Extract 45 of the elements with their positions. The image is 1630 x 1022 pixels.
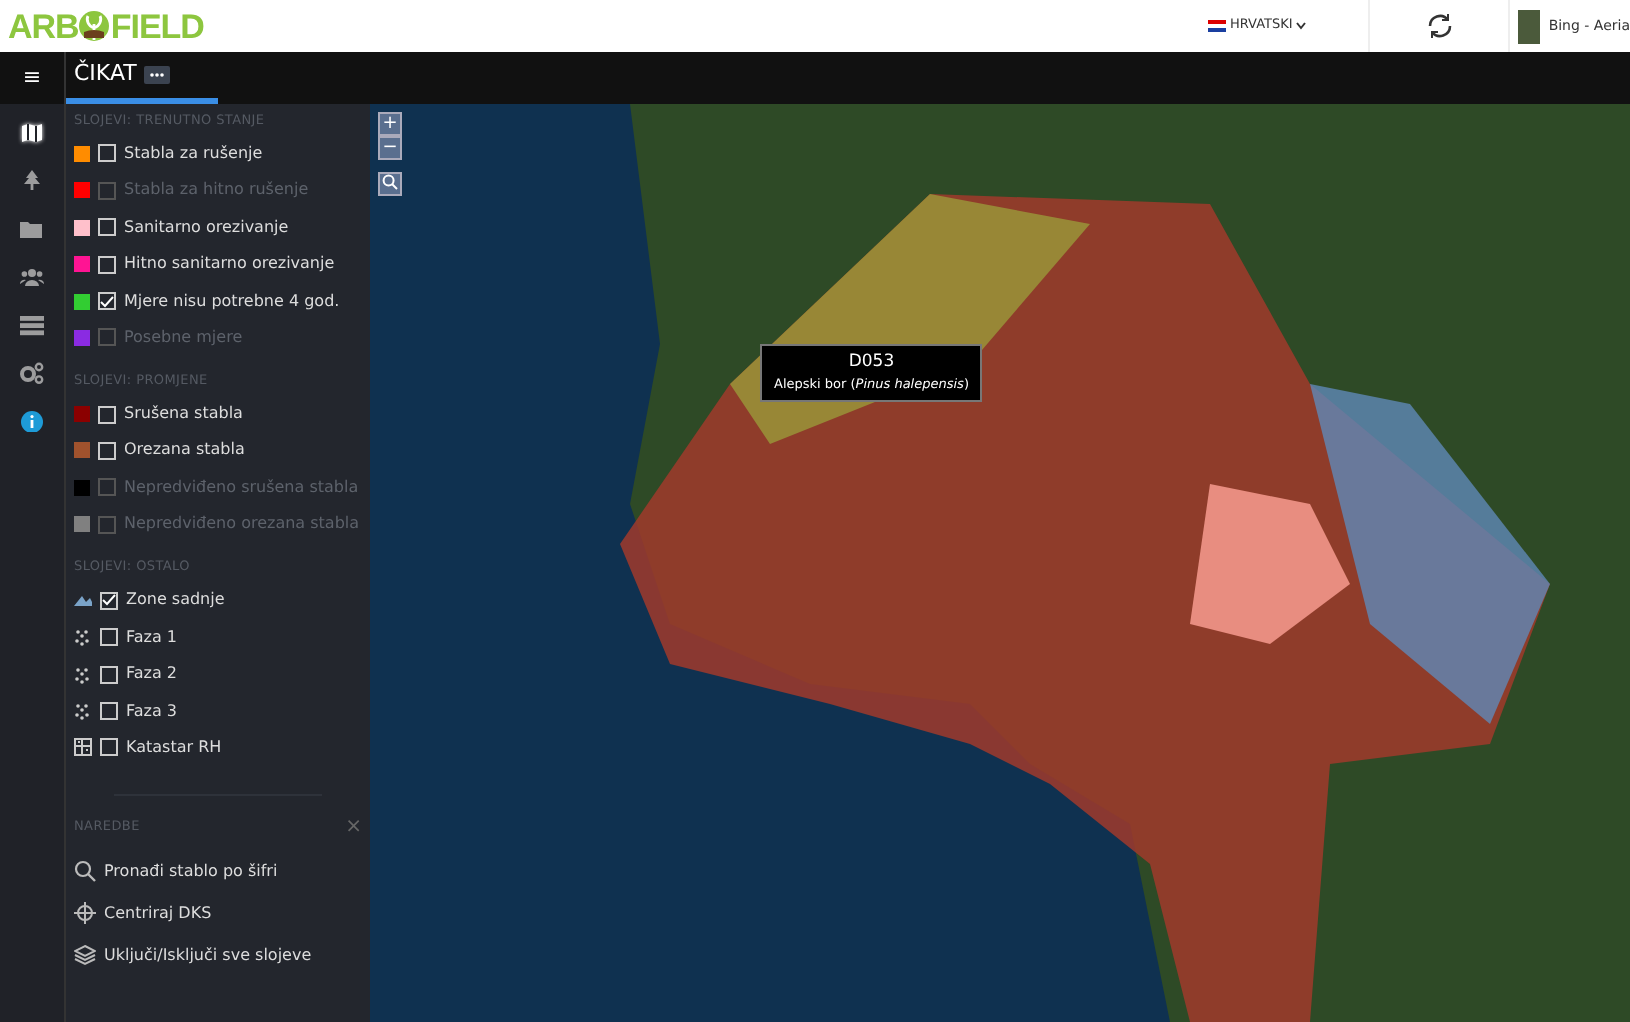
layer-label: Nepredviđeno orezana stabla — [124, 512, 360, 537]
caret-icon — [1296, 22, 1307, 30]
layer-label: Hitno sanitarno orezivanje — [124, 252, 335, 277]
logo-text: ARB — [8, 9, 79, 43]
layer-label: Orezana stabla — [124, 438, 245, 463]
command-link[interactable]: Pronađi stablo po šifri — [74, 850, 362, 893]
layers-icon — [74, 944, 96, 967]
dots-icon — [74, 665, 92, 684]
layer-label: Stabla za hitno rušenje — [124, 178, 309, 203]
basemap-thumbnail — [1518, 9, 1541, 43]
info-icon[interactable] — [20, 409, 44, 431]
rotate-3d-icon[interactable] — [1425, 12, 1453, 40]
grid-icon — [74, 738, 92, 757]
flag-icon — [1208, 20, 1226, 32]
layer-label: Katastar RH — [126, 735, 222, 760]
zone-icon — [74, 591, 92, 610]
map-search-button[interactable] — [378, 172, 402, 196]
command-link[interactable]: Uključi/Isključi sve slojeve — [74, 934, 362, 977]
zoom-out-button[interactable]: − — [378, 136, 402, 160]
command-link[interactable]: Centriraj DKS — [74, 892, 362, 935]
dots-icon — [74, 628, 92, 647]
search-icon — [74, 860, 96, 883]
zoom-in-button[interactable]: + — [378, 112, 402, 136]
layer-label: Sanitarno orezivanje — [124, 215, 289, 240]
folder-icon[interactable] — [20, 217, 44, 239]
layer-label: Faza 1 — [126, 625, 178, 650]
more-icon[interactable] — [144, 66, 171, 84]
gears-icon[interactable] — [20, 361, 44, 383]
layer-label: Posebne mjere — [124, 325, 243, 350]
crosshair-icon — [74, 902, 96, 925]
logo-text: FIELD — [110, 9, 204, 43]
layer-label: Mjere nisu potrebne 4 god. — [124, 289, 340, 313]
layer-label: Faza 3 — [126, 699, 178, 724]
layer-label: Nepredviđeno srušena stabla — [124, 475, 359, 500]
dots-icon — [74, 702, 92, 721]
layer-label: Faza 2 — [126, 662, 178, 687]
tree-icon[interactable] — [20, 169, 44, 191]
leaf-logo-icon — [78, 10, 111, 42]
server-icon[interactable] — [20, 313, 44, 335]
layer-label: Srušena stabla — [124, 402, 243, 427]
tooltip-title: D053 — [846, 350, 897, 376]
layer-label: Zone sadnje — [126, 588, 225, 613]
users-icon[interactable] — [20, 265, 44, 287]
layer-label: Stabla za rušenje — [124, 141, 263, 166]
map-icon[interactable] — [20, 121, 44, 143]
